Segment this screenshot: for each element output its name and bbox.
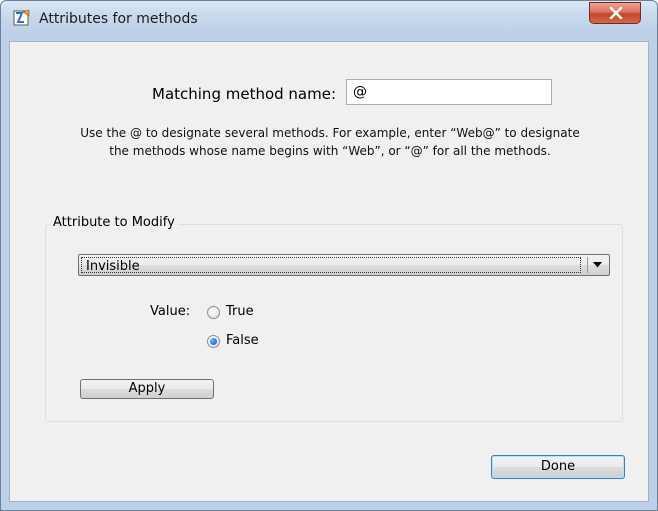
- attribute-dropdown-value: Invisible: [86, 259, 140, 274]
- dropdown-focus-rect: Invisible: [81, 257, 581, 274]
- radio-true[interactable]: [207, 306, 220, 319]
- apply-button[interactable]: Apply: [80, 379, 214, 399]
- attribute-dropdown[interactable]: Invisible: [78, 254, 610, 276]
- dialog-window: Attributes for methods Matching method n…: [0, 0, 658, 511]
- radio-true-label[interactable]: True: [226, 304, 254, 319]
- attribute-group-title: Attribute to Modify: [50, 215, 178, 230]
- help-line-1: Use the @ to designate several methods. …: [80, 126, 580, 140]
- window-title: Attributes for methods: [39, 11, 198, 27]
- radio-false-label[interactable]: False: [226, 333, 259, 348]
- dropdown-divider: [587, 257, 588, 273]
- close-button[interactable]: [589, 2, 641, 24]
- chevron-down-icon[interactable]: [593, 262, 602, 268]
- value-label: Value:: [150, 304, 191, 319]
- dialog-client-area: Matching method name: Use the @ to desig…: [9, 41, 649, 502]
- matching-method-name-input[interactable]: [346, 79, 552, 105]
- done-button[interactable]: Done: [491, 455, 625, 479]
- help-text: Use the @ to designate several methods. …: [20, 124, 640, 160]
- title-bar[interactable]: Attributes for methods: [1, 1, 657, 41]
- help-line-2: the methods whose name begins with “Web”…: [109, 144, 551, 158]
- app-icon: [13, 9, 30, 26]
- close-x-icon: [609, 7, 623, 19]
- radio-false[interactable]: [207, 335, 220, 348]
- matching-method-name-label: Matching method name:: [152, 85, 337, 103]
